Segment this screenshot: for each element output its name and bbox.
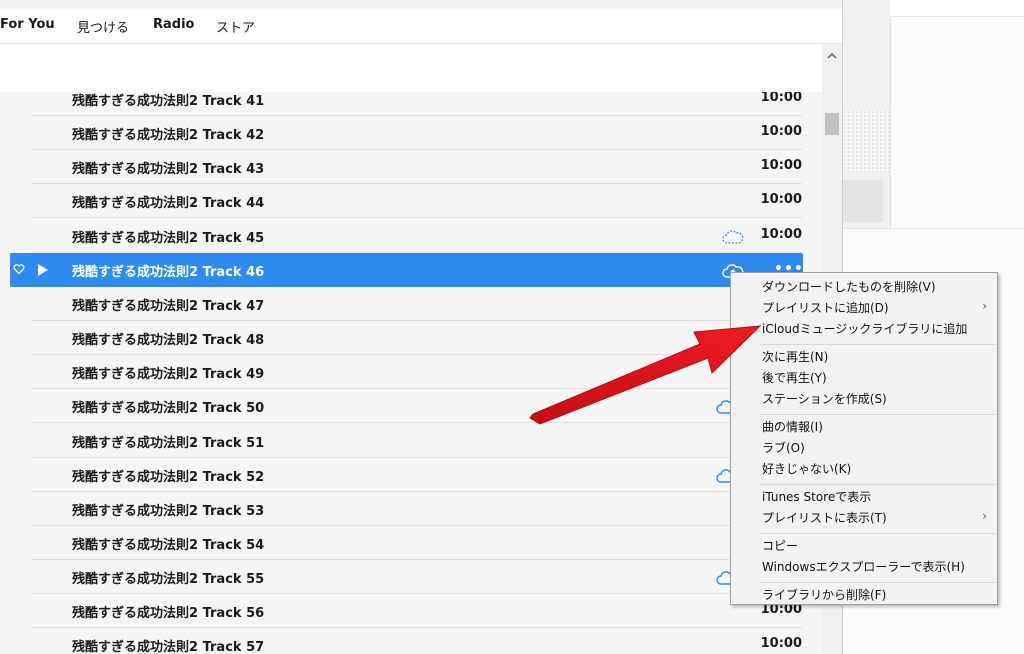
track-title: 残酷すぎる成功法則2 Track 46 <box>72 264 265 280</box>
dashed-cloud-icon[interactable] <box>722 229 744 245</box>
track-row[interactable]: 残酷すぎる成功法則2 Track 45 10:00 <box>0 219 822 253</box>
track-title: 残酷すぎる成功法則2 Track 51 <box>72 435 265 451</box>
menu-item[interactable]: ステーションを作成(S) <box>762 390 887 407</box>
track-row[interactable]: 残酷すぎる成功法則2 Track 47 <box>0 287 822 321</box>
track-title: 残酷すぎる成功法則2 Track 47 <box>72 298 265 314</box>
track-row[interactable]: 残酷すぎる成功法則2 Track 57 10:00 <box>0 628 822 654</box>
nav-browse[interactable]: 見つける <box>77 17 129 36</box>
scrollbar-thumb[interactable] <box>825 113 839 135</box>
track-row[interactable]: 残酷すぎる成功法則2 Track 50 <box>0 389 822 424</box>
nav-radio[interactable]: Radio <box>153 17 194 32</box>
toolbar-area <box>0 44 822 92</box>
menu-item[interactable]: Windowsエクスプローラーで表示(H) <box>762 558 965 575</box>
track-title: 残酷すぎる成功法則2 Track 52 <box>72 469 265 485</box>
track-list: 残酷すぎる成功法則2 Track 41 10:00 残酷すぎる成功法則2 Track… <box>0 92 822 654</box>
track-title: 残酷すぎる成功法則2 Track 45 <box>72 230 265 246</box>
track-title: 残酷すぎる成功法則2 Track 49 <box>72 367 265 383</box>
menu-item[interactable]: 次に再生(N) <box>762 348 828 365</box>
track-title: 残酷すぎる成功法則2 Track 55 <box>72 572 265 588</box>
track-title: 残酷すぎる成功法則2 Track 48 <box>72 333 265 349</box>
scroll-up-arrow-icon[interactable] <box>826 50 838 62</box>
track-duration: 10:00 <box>760 158 802 174</box>
track-duration: 10:00 <box>760 636 802 652</box>
track-duration: 10:00 <box>760 192 802 208</box>
menu-separator <box>759 533 995 534</box>
menu-item[interactable]: ダウンロードしたものを削除(V) <box>762 278 936 295</box>
background-divider-h <box>843 228 1024 229</box>
track-row[interactable]: 残酷すぎる成功法則2 Track 48 <box>0 321 822 356</box>
menu-item[interactable]: ラブ(O) <box>762 439 805 456</box>
menu-separator <box>759 414 995 415</box>
track-row[interactable]: 残酷すぎる成功法則2 Track 43 10:00 <box>0 150 822 185</box>
track-title: 残酷すぎる成功法則2 Track 44 <box>72 196 265 212</box>
heart-icon[interactable] <box>13 263 25 275</box>
track-row[interactable]: 残酷すぎる成功法則2 Track 55 <box>0 560 822 595</box>
track-title: 残酷すぎる成功法則2 Track 57 <box>72 640 265 654</box>
track-row[interactable]: 残酷すぎる成功法則2 Track 41 10:00 <box>0 92 822 116</box>
track-duration: 10:00 <box>760 124 802 140</box>
track-row[interactable]: 残酷すぎる成功法則2 Track 42 10:00 <box>0 116 822 151</box>
background-divider <box>890 16 891 228</box>
background-header <box>890 0 1024 17</box>
window-top-strip <box>0 0 842 9</box>
menu-item[interactable]: iTunes Storeで表示 <box>762 488 871 505</box>
track-row[interactable]: 残酷すぎる成功法則2 Track 44 10:00 <box>0 184 822 219</box>
menu-item[interactable]: ライブラリから削除(F) <box>762 586 886 603</box>
track-row[interactable]: 残酷すぎる成功法則2 Track 46 ••• <box>0 252 822 287</box>
play-icon[interactable] <box>37 263 49 277</box>
track-title: 残酷すぎる成功法則2 Track 53 <box>72 503 265 519</box>
track-title: 残酷すぎる成功法則2 Track 50 <box>72 401 265 417</box>
track-duration: 10:00 <box>760 226 802 242</box>
nav-store[interactable]: ストア <box>216 17 255 36</box>
menu-item[interactable]: プレイリストに追加(D) <box>762 299 889 316</box>
track-duration: 10:00 <box>760 92 802 105</box>
nav-for-you[interactable]: For You <box>0 17 55 32</box>
track-row[interactable]: 残酷すぎる成功法則2 Track 51 <box>0 424 822 458</box>
track-row[interactable]: 残酷すぎる成功法則2 Track 53 <box>0 492 822 526</box>
context-menu: ダウンロードしたものを削除(V) プレイリストに追加(D) › iCloudミュージッ… <box>730 272 998 605</box>
track-row[interactable]: 残酷すぎる成功法則2 Track 56 10:00 <box>0 594 822 629</box>
track-title: 残酷すぎる成功法則2 Track 54 <box>72 537 265 553</box>
track-title: 残酷すぎる成功法則2 Track 56 <box>72 606 265 622</box>
menu-separator <box>759 484 995 485</box>
track-title: 残酷すぎる成功法則2 Track 41 <box>72 94 265 109</box>
menu-item[interactable]: 後で再生(Y) <box>762 369 827 386</box>
menu-item[interactable]: iCloudミュージックライブラリに追加 <box>762 320 967 337</box>
track-title: 残酷すぎる成功法則2 Track 42 <box>72 128 265 144</box>
menu-item[interactable]: 好きじゃない(K) <box>762 460 851 477</box>
menu-separator <box>759 582 995 583</box>
background-block <box>843 180 883 222</box>
menu-item[interactable]: 曲の情報(I) <box>762 418 823 435</box>
menu-item[interactable]: プレイリストに表示(T) <box>762 509 887 526</box>
track-row[interactable]: 残酷すぎる成功法則2 Track 49 <box>0 355 822 390</box>
background-pattern <box>843 110 890 172</box>
menu-item[interactable]: コピー <box>762 537 798 554</box>
track-row[interactable]: 残酷すぎる成功法則2 Track 54 <box>0 526 822 560</box>
nav-bar: For You 見つける Radio ストア <box>0 9 842 43</box>
submenu-chevron-icon: › <box>982 299 987 313</box>
menu-separator <box>759 344 995 345</box>
track-title: 残酷すぎる成功法則2 Track 43 <box>72 162 265 178</box>
track-row[interactable]: 残酷すぎる成功法則2 Track 52 <box>0 458 822 492</box>
submenu-chevron-icon: › <box>982 509 987 523</box>
